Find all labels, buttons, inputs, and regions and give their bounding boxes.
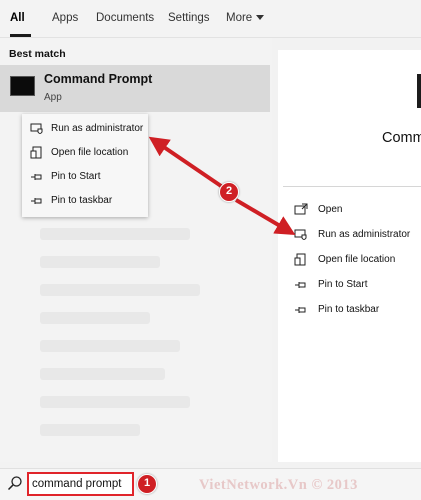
ctx-run-as-admin[interactable]: Run as administrator: [22, 117, 148, 141]
active-tab-underline: [10, 34, 31, 37]
pin-icon: [31, 198, 42, 204]
action-pin-to-start[interactable]: Pin to Start: [294, 275, 421, 295]
context-menu: Run as administrator Open file location …: [22, 114, 148, 217]
detail-pane: Comm Open Run as administrator Open file…: [278, 50, 421, 462]
chevron-down-icon: [256, 15, 265, 21]
cmd-icon: [417, 74, 421, 108]
ctx-open-file-location-label: Open file location: [51, 147, 129, 158]
action-pin-to-taskbar[interactable]: Pin to taskbar: [294, 300, 421, 320]
search-icon: [7, 476, 22, 491]
divider: [283, 186, 421, 187]
pin-icon: [295, 307, 306, 313]
action-run-as-admin[interactable]: Run as administrator: [294, 225, 421, 245]
best-match-subtitle: App: [44, 92, 62, 103]
step-badge-2: 2: [219, 182, 239, 202]
blurred-result: [40, 396, 190, 408]
ctx-open-file-location[interactable]: Open file location: [22, 141, 148, 165]
ctx-pin-to-taskbar[interactable]: Pin to taskbar: [22, 189, 148, 213]
watermark: VietNetwork.Vn © 2013: [199, 477, 358, 493]
action-pin-to-taskbar-label: Pin to taskbar: [318, 304, 380, 315]
blurred-result: [40, 256, 160, 268]
search-input[interactable]: [27, 472, 134, 496]
shield-admin-icon: [30, 123, 43, 134]
action-open-file-location-label: Open file location: [318, 254, 396, 265]
best-match-heading: Best match: [9, 48, 66, 60]
shield-admin-icon: [294, 229, 307, 240]
tab-all[interactable]: All: [10, 12, 25, 24]
results-pane: Best match Command Prompt App Run as adm…: [0, 38, 272, 462]
blurred-result: [40, 284, 200, 296]
pin-icon: [295, 282, 306, 288]
action-open-label: Open: [318, 204, 343, 215]
action-run-as-admin-label: Run as administrator: [318, 229, 411, 240]
ctx-run-as-admin-label: Run as administrator: [51, 123, 144, 134]
taskbar-search: VietNetwork.Vn © 2013: [0, 468, 421, 500]
action-pin-to-start-label: Pin to Start: [318, 279, 368, 290]
blurred-result: [40, 228, 190, 240]
step-badge-1: 1: [137, 474, 157, 494]
open-icon: [294, 203, 308, 215]
best-match-item[interactable]: Command Prompt App: [0, 65, 270, 112]
ctx-pin-to-start-label: Pin to Start: [51, 171, 101, 182]
action-open[interactable]: Open: [294, 200, 421, 220]
blurred-result: [40, 312, 150, 324]
pin-icon: [31, 174, 42, 180]
blurred-result: [40, 340, 180, 352]
cmd-icon: [10, 76, 35, 96]
best-match-title: Command Prompt: [44, 72, 153, 86]
ctx-pin-to-start[interactable]: Pin to Start: [22, 165, 148, 189]
tab-documents[interactable]: Documents: [96, 12, 154, 24]
file-location-icon: [30, 146, 42, 159]
blurred-result: [40, 424, 140, 436]
action-open-file-location[interactable]: Open file location: [294, 250, 421, 270]
search-tabs: All Apps Documents Settings More: [0, 0, 421, 38]
tab-more[interactable]: More: [226, 12, 265, 24]
tab-apps[interactable]: Apps: [52, 12, 78, 24]
ctx-pin-to-taskbar-label: Pin to taskbar: [51, 195, 113, 206]
detail-title: Comm: [382, 130, 421, 146]
tab-more-label: More: [226, 12, 253, 24]
file-location-icon: [294, 253, 306, 266]
tab-settings[interactable]: Settings: [168, 12, 210, 24]
blurred-result: [40, 368, 165, 380]
